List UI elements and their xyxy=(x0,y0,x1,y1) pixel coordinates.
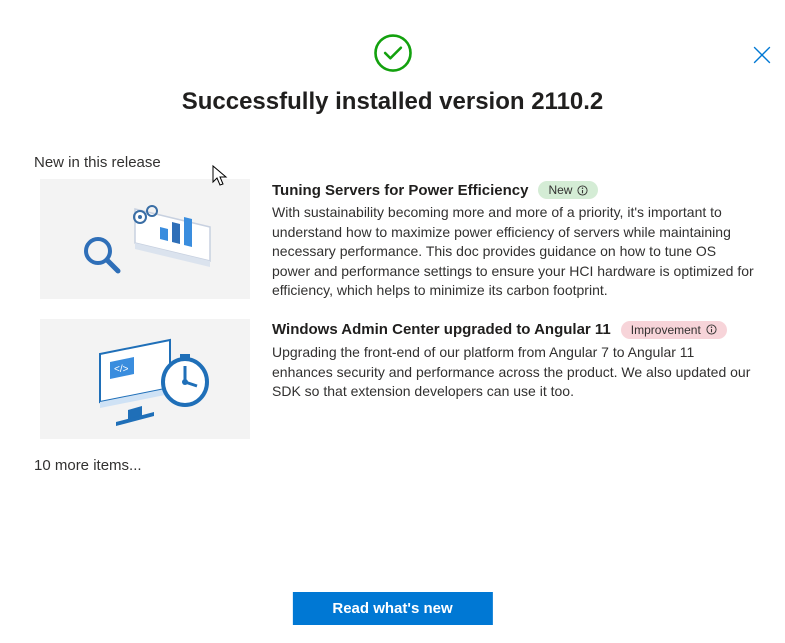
badge-label: New xyxy=(548,183,572,197)
release-items: Tuning Servers for Power Efficiency New … xyxy=(40,179,757,439)
success-icon xyxy=(0,32,785,74)
item-description: Upgrading the front-end of our platform … xyxy=(272,343,757,402)
badge-new: New xyxy=(538,181,598,199)
close-icon xyxy=(753,46,771,64)
info-icon xyxy=(706,324,717,335)
section-label: New in this release xyxy=(34,154,785,171)
read-whats-new-button[interactable]: Read what's new xyxy=(292,592,492,625)
page-title: Successfully installed version 2110.2 xyxy=(0,88,785,116)
item-description: With sustainability becoming more and mo… xyxy=(272,203,757,301)
item-body: Windows Admin Center upgraded to Angular… xyxy=(272,319,757,439)
badge-improvement: Improvement xyxy=(621,321,727,339)
more-items-label[interactable]: 10 more items... xyxy=(34,457,785,474)
item-thumbnail: </> xyxy=(40,319,250,439)
release-item: Tuning Servers for Power Efficiency New … xyxy=(40,179,757,301)
badge-label: Improvement xyxy=(631,323,701,337)
release-item: </> Windows Admin Center upgraded to Ang… xyxy=(40,319,757,439)
item-thumbnail xyxy=(40,179,250,299)
item-body: Tuning Servers for Power Efficiency New … xyxy=(272,179,757,301)
item-title: Windows Admin Center upgraded to Angular… xyxy=(272,321,611,338)
close-button[interactable] xyxy=(753,46,771,64)
info-icon xyxy=(577,185,588,196)
item-title: Tuning Servers for Power Efficiency xyxy=(272,182,528,199)
svg-text:</>: </> xyxy=(114,364,129,375)
